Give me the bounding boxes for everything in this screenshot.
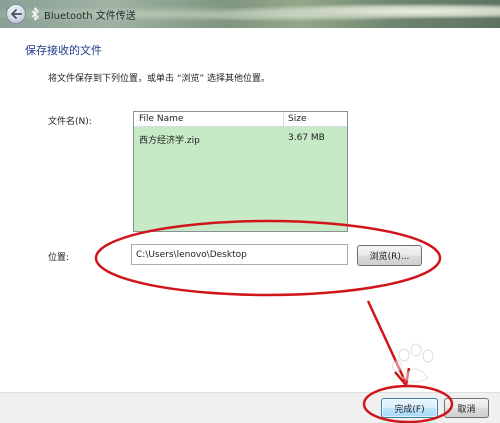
column-header-file-name[interactable]: File Name: [139, 114, 183, 124]
page-heading: 保存接收的文件: [25, 44, 102, 57]
annotation-arrowhead: [394, 367, 411, 387]
browse-button[interactable]: 浏览(R)...: [357, 245, 422, 266]
back-button[interactable]: [6, 4, 26, 24]
file-name-cell: 西方经济学.zip: [139, 136, 200, 146]
file-name-label: 文件名(N):: [48, 117, 92, 127]
file-list[interactable]: File Name Size 西方经济学.zip 3.67 MB: [133, 111, 348, 232]
file-list-header: File Name Size: [134, 112, 347, 127]
title-bar: Bluetooth 文件传送: [0, 0, 500, 28]
annotation-arrow: [366, 300, 407, 382]
column-header-size[interactable]: Size: [288, 114, 306, 124]
save-path-input[interactable]: [131, 244, 348, 265]
file-size-cell: 3.67 MB: [288, 133, 325, 143]
instruction-text: 将文件保存到下列位置，或单击 “浏览” 选择其他位置。: [48, 74, 271, 84]
finish-button[interactable]: 完成(F): [381, 398, 438, 418]
bluetooth-icon: [31, 7, 39, 21]
location-label: 位置:: [48, 253, 70, 263]
back-arrow-icon: [11, 9, 22, 19]
cancel-button[interactable]: 取消: [444, 398, 489, 418]
baidu-paw-icon: [392, 343, 434, 383]
window-title: Bluetooth 文件传送: [44, 11, 136, 22]
column-divider[interactable]: [283, 113, 284, 126]
